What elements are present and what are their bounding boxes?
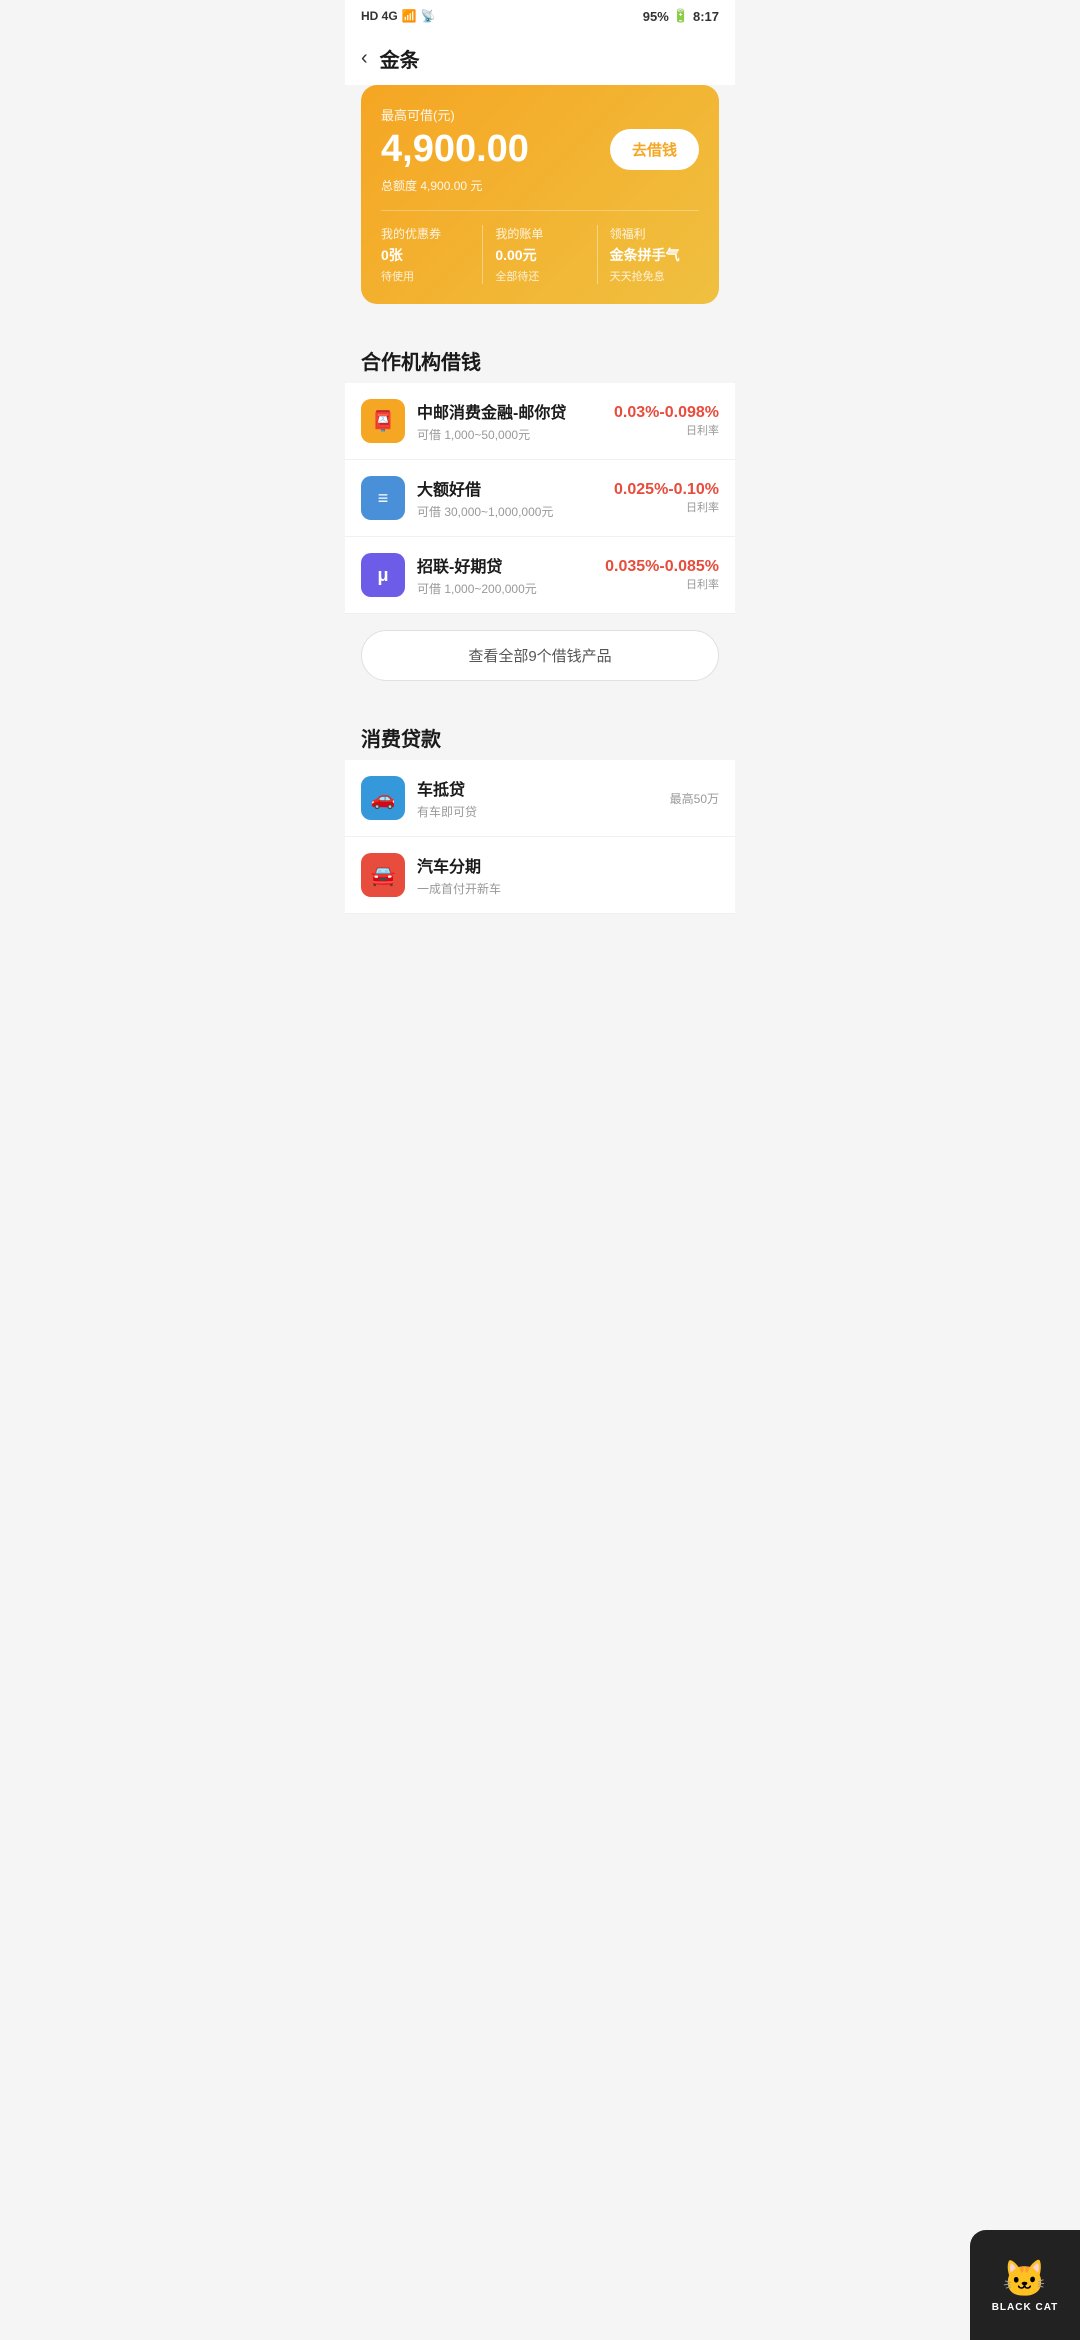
list-item-zhaolian[interactable]: μ 招联-好期贷 可借 1,000~200,000元 0.035%-0.085%… (345, 537, 735, 614)
view-all-button[interactable]: 查看全部9个借钱产品 (361, 630, 719, 681)
car-loan-info: 汽车分期 一成首付开新车 (417, 853, 719, 897)
car-mortgage-icon-char: 🚗 (371, 786, 396, 811)
battery-level: 95% (643, 9, 669, 24)
network-indicator: HD 4G (361, 9, 398, 23)
dae-icon: ≡ (361, 476, 405, 520)
car-mortgage-name: 车抵贷 (417, 776, 658, 800)
action-welfare-title: 领福利 (610, 225, 699, 242)
zhaolian-name: 招联-好期贷 (417, 553, 593, 577)
zhaolian-icon-char: μ (377, 565, 388, 586)
zhongyou-rate-label: 日利率 (614, 422, 719, 438)
credit-card: 最高可借(元) 4,900.00 去借钱 总额度 4,900.00 元 我的优惠… (361, 85, 719, 304)
zhongyou-icon-char: 📮 (371, 409, 396, 434)
zhaolian-rate-label: 日利率 (605, 576, 719, 592)
action-coupon[interactable]: 我的优惠券 0张 待使用 (381, 225, 470, 284)
borrow-button[interactable]: 去借钱 (610, 129, 699, 170)
card-amount: 4,900.00 (381, 128, 529, 171)
card-divider (381, 210, 699, 211)
dae-name: 大额好借 (417, 476, 602, 500)
zhaolian-icon: μ (361, 553, 405, 597)
zhongyou-name: 中邮消费金融-邮你贷 (417, 399, 602, 423)
card-label: 最高可借(元) (381, 105, 699, 124)
status-right: 95% 🔋 8:17 (643, 8, 719, 24)
page-title: 金条 (380, 44, 420, 73)
action-bill-sub: 全部待还 (495, 268, 584, 284)
action-coupon-title: 我的优惠券 (381, 225, 470, 242)
list-item-carloan[interactable]: 🚘 汽车分期 一成首付开新车 (345, 837, 735, 914)
zhongyou-rate: 0.03%-0.098% 日利率 (614, 404, 719, 438)
card-actions: 我的优惠券 0张 待使用 我的账单 0.00元 全部待还 领福利 金条拼手气 天… (381, 225, 699, 284)
signal-icon: 📶 (402, 9, 417, 23)
cat-face-icon: 🐱 (1002, 2258, 1048, 2300)
dae-rate-label: 日利率 (614, 499, 719, 515)
car-loan-icon-char: 🚘 (371, 863, 396, 888)
battery-icon: 🔋 (673, 8, 689, 24)
list-item-carmorgage[interactable]: 🚗 车抵贷 有车即可贷 最高50万 (345, 760, 735, 837)
partner-loan-list: 📮 中邮消费金融-邮你贷 可借 1,000~50,000元 0.03%-0.09… (345, 383, 735, 614)
status-left: HD 4G 📶 📡 (361, 9, 436, 23)
action-welfare[interactable]: 领福利 金条拼手气 天天抢免息 (597, 225, 699, 284)
action-bill-value: 0.00元 (495, 245, 584, 265)
car-loan-name: 汽车分期 (417, 853, 719, 877)
section-title-partners: 合作机构借钱 (345, 330, 735, 383)
list-item-dae[interactable]: ≡ 大额好借 可借 30,000~1,000,000元 0.025%-0.10%… (345, 460, 735, 537)
black-cat-corner: 🐱 BLACK CAT (970, 2230, 1080, 2340)
action-bill[interactable]: 我的账单 0.00元 全部待还 (482, 225, 584, 284)
back-button[interactable]: ‹ (361, 47, 368, 70)
zhaolian-rate-value: 0.035%-0.085% (605, 558, 719, 576)
action-bill-title: 我的账单 (495, 225, 584, 242)
car-loan-desc: 一成首付开新车 (417, 880, 719, 897)
dae-rate-value: 0.025%-0.10% (614, 481, 719, 499)
car-mortgage-desc: 有车即可贷 (417, 803, 658, 820)
zhongyou-desc: 可借 1,000~50,000元 (417, 426, 602, 443)
header: ‹ 金条 (345, 32, 735, 85)
zhaolian-desc: 可借 1,000~200,000元 (417, 580, 593, 597)
action-welfare-value: 金条拼手气 (610, 245, 699, 265)
car-mortgage-max: 最高50万 (670, 790, 719, 807)
clock: 8:17 (693, 9, 719, 24)
list-item-zhongyou[interactable]: 📮 中邮消费金融-邮你贷 可借 1,000~50,000元 0.03%-0.09… (345, 383, 735, 460)
zhongyou-rate-value: 0.03%-0.098% (614, 404, 719, 422)
car-loan-icon: 🚘 (361, 853, 405, 897)
dae-rate: 0.025%-0.10% 日利率 (614, 481, 719, 515)
zhaolian-info: 招联-好期贷 可借 1,000~200,000元 (417, 553, 593, 597)
zhaolian-rate: 0.035%-0.085% 日利率 (605, 558, 719, 592)
wifi-icon: 📡 (421, 9, 436, 23)
consumer-loan-list: 🚗 车抵贷 有车即可贷 最高50万 🚘 汽车分期 一成首付开新车 (345, 760, 735, 914)
separator2 (345, 697, 735, 707)
action-welfare-sub: 天天抢免息 (610, 268, 699, 284)
zhongyou-icon: 📮 (361, 399, 405, 443)
black-cat-label: BLACK CAT (992, 2302, 1059, 2313)
separator (345, 320, 735, 330)
dae-info: 大额好借 可借 30,000~1,000,000元 (417, 476, 602, 520)
dae-desc: 可借 30,000~1,000,000元 (417, 503, 602, 520)
car-mortgage-info: 车抵贷 有车即可贷 (417, 776, 658, 820)
dae-icon-char: ≡ (378, 488, 389, 509)
card-total: 总额度 4,900.00 元 (381, 177, 699, 194)
action-coupon-value: 0张 (381, 245, 470, 265)
section-title-consumer: 消费贷款 (345, 707, 735, 760)
zhongyou-info: 中邮消费金融-邮你贷 可借 1,000~50,000元 (417, 399, 602, 443)
action-coupon-sub: 待使用 (381, 268, 470, 284)
car-mortgage-icon: 🚗 (361, 776, 405, 820)
status-bar: HD 4G 📶 📡 95% 🔋 8:17 (345, 0, 735, 32)
